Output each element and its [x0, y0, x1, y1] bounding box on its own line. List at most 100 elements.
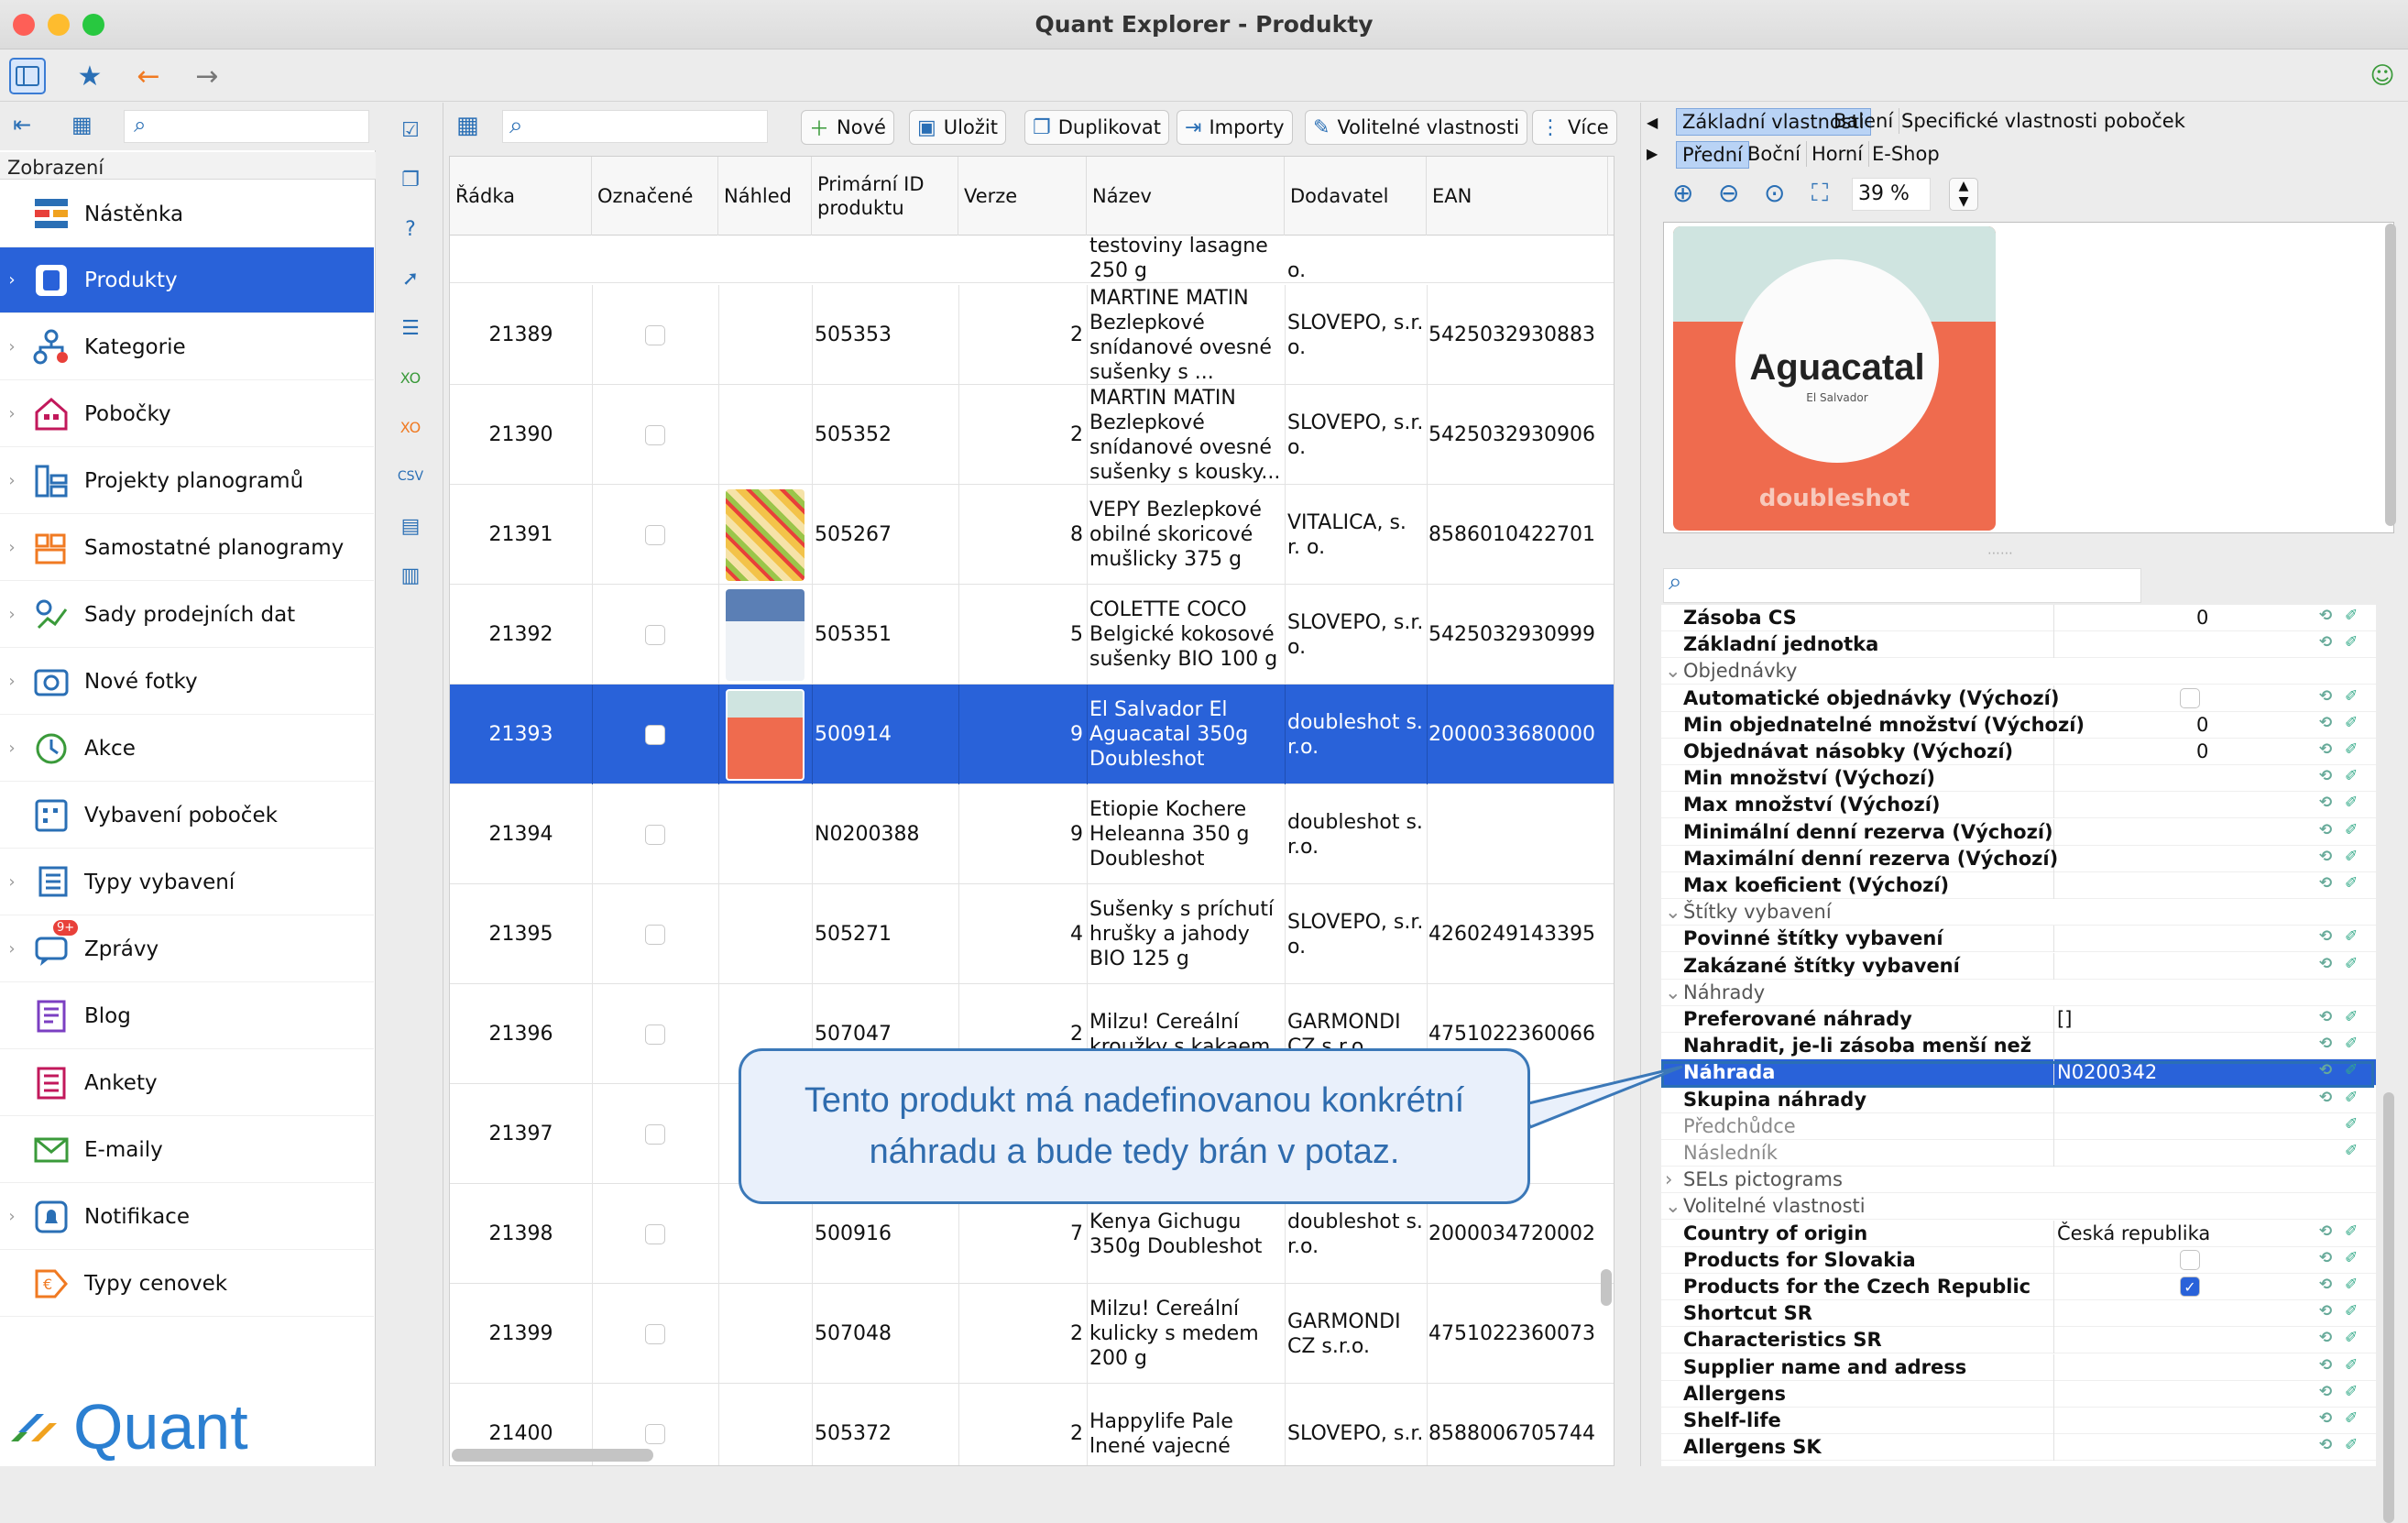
nav-item-stores[interactable]: › Pobočky [0, 381, 374, 447]
reset-value-icon[interactable]: ⟲ [2319, 1409, 2332, 1428]
marked-checkbox[interactable] [645, 824, 665, 845]
table-row[interactable]: 21389 505353 2 MARTINE MATIN Bezlepkové sní… [450, 285, 1614, 385]
inherit-value-icon[interactable]: ✐ [2345, 1008, 2358, 1026]
inherit-value-icon[interactable]: ✐ [2345, 740, 2358, 759]
reset-value-icon[interactable]: ⟲ [2319, 740, 2332, 759]
marked-checkbox[interactable] [645, 524, 665, 545]
column-header-supplier[interactable]: Dodavatel [1285, 157, 1427, 236]
property-row[interactable]: Min objednatelné množství (Výchozí) 0 ⟲ ✐ [1661, 711, 2376, 739]
table-row-partial[interactable]: testoviny lasagne 250 g o. [450, 236, 1614, 283]
column-header-version[interactable]: Verze [958, 157, 1087, 236]
column-header-line[interactable]: Řádka [450, 157, 592, 236]
reset-value-icon[interactable]: ⟲ [2319, 821, 2332, 839]
tab-side-view[interactable]: Boční [1742, 141, 1807, 167]
property-group[interactable]: ⌄ Volitelné vlastnosti [1661, 1193, 2376, 1221]
preview-scrollbar[interactable] [2385, 224, 2396, 526]
table-row[interactable]: 21393 500914 9 El Salvador El Aguacatal 350… [450, 685, 1614, 784]
property-row[interactable]: Následník ✐ [1661, 1140, 2376, 1167]
import-excel-icon[interactable]: XO [394, 411, 427, 444]
reset-value-icon[interactable]: ⟲ [2319, 1035, 2332, 1053]
inherit-value-icon[interactable]: ✐ [2345, 1276, 2358, 1294]
nav-item-planograms[interactable]: › Samostatné planogramy [0, 515, 374, 581]
nav-item-dashboard[interactable]: Nástěnka [0, 181, 374, 247]
inherit-value-icon[interactable]: ✐ [2345, 955, 2358, 973]
inherit-value-icon[interactable]: ✐ [2345, 927, 2358, 946]
property-group[interactable]: ⌄ Štítky vybavení [1661, 899, 2376, 926]
reset-value-icon[interactable]: ⟲ [2319, 794, 2332, 812]
reset-value-icon[interactable]: ⟲ [2319, 1329, 2332, 1347]
inherit-value-icon[interactable]: ✐ [2345, 1436, 2358, 1454]
reset-value-icon[interactable]: ⟲ [2319, 633, 2332, 652]
property-group[interactable]: › SELs pictograms [1661, 1167, 2376, 1194]
reset-value-icon[interactable]: ⟲ [2319, 848, 2332, 866]
chevron-right-icon[interactable]: › [1665, 1168, 1672, 1190]
reset-value-icon[interactable]: ⟲ [2319, 1383, 2332, 1401]
vertical-scrollbar[interactable] [1601, 1269, 1612, 1306]
zoom-fit-icon[interactable]: ⊙ [1764, 178, 1785, 208]
table-settings-icon[interactable]: ▦ [456, 112, 479, 139]
inherit-value-icon[interactable]: ✐ [2345, 821, 2358, 839]
save-button[interactable]: ▣ Uložit [909, 110, 1006, 145]
nav-item-products[interactable]: › Produkty [0, 247, 374, 313]
property-search-input[interactable] [1663, 568, 2141, 603]
property-group[interactable]: ⌄ Náhrady [1661, 980, 2376, 1006]
marked-checkbox[interactable] [645, 1223, 665, 1244]
property-row[interactable]: Max koeficient (Výchozí) ⟲ ✐ [1661, 872, 2376, 899]
table-edit-icon[interactable]: ▤ [394, 509, 427, 542]
column-header-thumbnail[interactable]: Náhled [718, 157, 812, 236]
inherit-value-icon[interactable]: ✐ [2345, 874, 2358, 893]
marked-checkbox[interactable] [645, 1323, 665, 1344]
property-row[interactable]: Skupina náhrady ⟲ ✐ [1661, 1086, 2376, 1113]
export-excel-icon[interactable]: XO [394, 361, 427, 394]
property-checkbox[interactable] [2180, 1249, 2200, 1270]
column-header-name[interactable]: Název [1087, 157, 1285, 236]
property-row[interactable]: Automatické objednávky (Výchozí) ⟲ ✐ [1661, 685, 2376, 712]
property-row[interactable]: Country of origin Česká republika ⟲ ✐ [1661, 1220, 2376, 1247]
tab-top-view[interactable]: Horní [1806, 141, 1870, 167]
property-value[interactable]: Česká republika [2057, 1222, 2210, 1244]
inherit-value-icon[interactable]: ✐ [2345, 1035, 2358, 1053]
property-row[interactable]: Povinné štítky vybavení ⟲ ✐ [1661, 926, 2376, 953]
marked-checkbox[interactable] [645, 1423, 665, 1444]
inherit-value-icon[interactable]: ✐ [2345, 1302, 2358, 1320]
property-row[interactable]: Preferované náhrady [] ⟲ ✐ [1661, 1006, 2376, 1033]
column-header-primary-id[interactable]: Primární ID produktu [812, 157, 958, 236]
status-smiley-icon[interactable]: ☺ [2364, 58, 2401, 94]
reset-value-icon[interactable]: ⟲ [2319, 1222, 2332, 1241]
product-search-input[interactable] [502, 110, 768, 143]
forward-arrow-icon[interactable]: → [189, 58, 225, 94]
property-row[interactable]: Předchůdce ✐ [1661, 1112, 2376, 1140]
marked-checkbox[interactable] [645, 424, 665, 445]
property-row[interactable]: Min množství (Výchozí) ⟲ ✐ [1661, 765, 2376, 793]
property-group[interactable]: ⌄ Objednávky [1661, 658, 2376, 685]
fit-to-frame-icon[interactable]: ⛶ [1811, 180, 1828, 208]
property-row[interactable]: Products for Slovakia ⟲ ✐ [1661, 1246, 2376, 1274]
nav-item-notifications[interactable]: › Notifikace [0, 1184, 374, 1250]
optional-properties-button[interactable]: ✎ Volitelné vlastnosti [1305, 110, 1528, 145]
tab-packaging[interactable]: Balení [1828, 108, 1900, 134]
inherit-value-icon[interactable]: ✐ [2345, 687, 2358, 706]
zoom-stepper[interactable]: ▲ ▼ [1949, 178, 1978, 211]
pointer-select-icon[interactable]: ➚ [394, 262, 427, 295]
marked-checkbox[interactable] [645, 924, 665, 945]
inherit-value-icon[interactable]: ✐ [2345, 633, 2358, 652]
tab-front-view[interactable]: Přední [1676, 141, 1749, 169]
table-row[interactable]: 21390 505352 2 MARTIN MATIN Bezlepkové sníd… [450, 385, 1614, 485]
inherit-value-icon[interactable]: ✐ [2345, 1249, 2358, 1267]
property-row[interactable]: Allergens ⟲ ✐ [1661, 1380, 2376, 1408]
chevron-down-icon[interactable]: ⌄ [1665, 901, 1681, 923]
table-settings-icon[interactable]: ▦ [71, 112, 93, 137]
property-row[interactable]: Allergens SK ⟲ ✐ [1661, 1434, 2376, 1462]
help-document-icon[interactable]: ? [394, 213, 427, 246]
favorites-star-icon[interactable]: ★ [71, 58, 108, 94]
table-row[interactable]: 21399 507048 2 Milzu! Cereální kulicky s me… [450, 1284, 1614, 1384]
property-row[interactable]: Zásoba CS 0 ⟲ ✐ [1661, 605, 2376, 631]
column-header-ean[interactable]: EAN [1427, 157, 1608, 236]
marked-checkbox[interactable] [645, 1024, 665, 1045]
nav-item-messages[interactable]: › 9+ Zprávy [0, 916, 374, 982]
property-row[interactable]: Nahradit, je-li zásoba menší než ⟲ ✐ [1661, 1033, 2376, 1060]
inherit-value-icon[interactable]: ✐ [2345, 1089, 2358, 1107]
property-checkbox[interactable]: ✓ [2180, 1276, 2200, 1297]
inherit-value-icon[interactable]: ✐ [2345, 848, 2358, 866]
marked-checkbox[interactable] [645, 324, 665, 345]
